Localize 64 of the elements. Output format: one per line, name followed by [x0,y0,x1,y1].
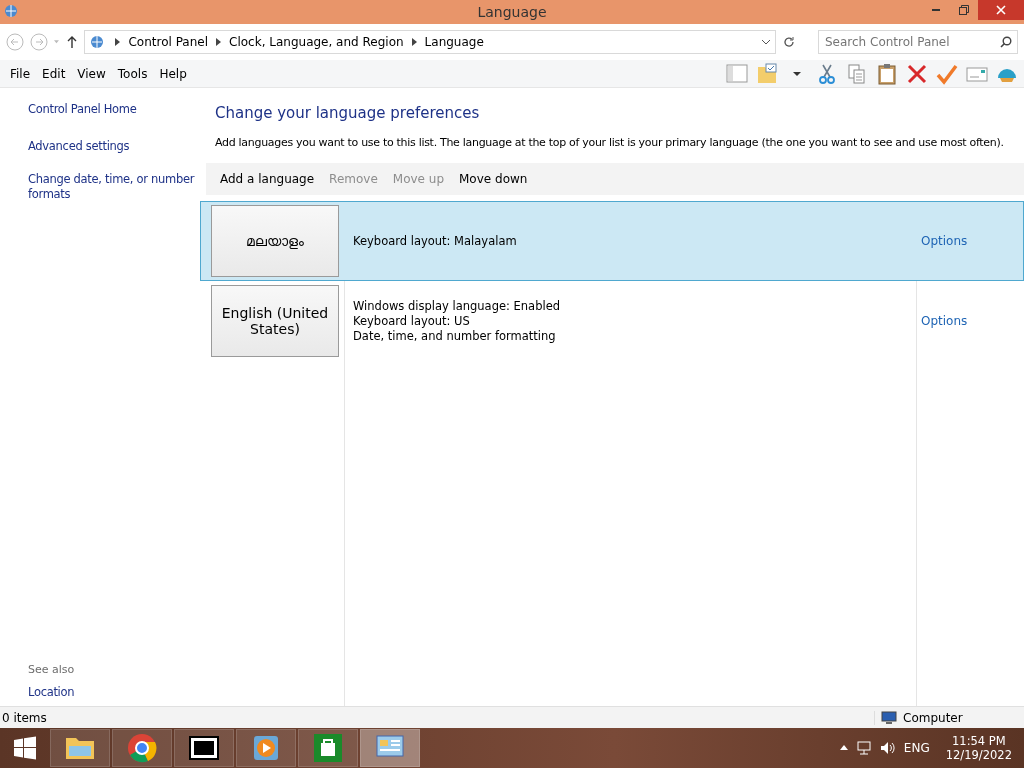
clipboard-icon[interactable] [876,62,898,85]
window-title: Language [477,4,547,20]
language-detail: Date, time, and number formatting [353,328,557,344]
language-detail: Windows display language: Enabled [353,298,562,314]
close-icon [996,5,1006,15]
folder-icon[interactable] [756,62,778,85]
menu-item[interactable]: View [71,66,112,81]
options-link[interactable]: Options [921,314,968,328]
clock-time[interactable]: 11:54 PM [952,734,1006,748]
menu-item[interactable]: Edit [36,66,72,81]
caret-icon[interactable] [839,745,848,751]
page-heading: Change your language preferences [215,104,481,122]
chrome-icon [126,732,158,764]
options-link[interactable]: Options [921,234,968,248]
taskbar-button[interactable] [174,729,234,767]
menu-item[interactable]: Tools [111,66,154,81]
dropdown-icon[interactable] [761,39,772,45]
taskbar-button[interactable] [298,729,358,767]
address-field[interactable]: Control Panel Clock, Language, and Region Language [84,30,777,54]
search-icon [1000,36,1012,48]
chevron-icon [216,38,222,46]
windows-logo-icon [13,736,37,760]
back-icon [6,33,24,51]
menu-item[interactable]: Help [153,66,193,81]
close-button[interactable] [978,0,1024,20]
clock-date[interactable]: 12/19/2022 [945,748,1012,762]
see-also-heading: See also [28,663,76,676]
shopping-bag-icon [312,732,344,764]
checkmark-icon[interactable] [936,62,958,85]
language-button[interactable]: മലയാളം [211,205,339,277]
language-indicator[interactable]: ENG [903,741,930,755]
refresh-icon [783,36,796,48]
menu-item[interactable]: File [4,66,37,81]
minimize-icon [932,9,940,11]
sidebar-link[interactable]: Change date, time, or number formats [28,172,200,202]
forward-icon [30,33,48,51]
delete-icon[interactable] [906,62,928,85]
toolbar-button[interactable]: Add a language [214,172,324,186]
location-label: Computer [903,710,963,725]
network-icon[interactable] [855,741,872,755]
breadcrumb[interactable]: Clock, Language, and Region [229,35,404,49]
breadcrumb[interactable]: Language [424,35,484,49]
computer-icon [881,710,897,725]
taskbar-button[interactable] [112,729,172,767]
chevron-icon [115,38,121,46]
description-text: Add languages you want to use to this list. The language at the top of your list is your primary language (the one you want to see and use most often). [215,136,1005,149]
cut-icon[interactable] [816,62,838,85]
language-button[interactable]: English (United States) [211,285,339,357]
copy-icon[interactable] [846,62,868,85]
sidebar-link[interactable]: Advanced settings [28,139,200,154]
toolbar-button[interactable]: Move down [453,172,537,186]
restore-icon [959,5,969,15]
sidebar-link[interactable]: Control Panel Home [28,102,200,117]
chevron-icon [411,38,417,46]
breadcrumb[interactable]: Control Panel [128,35,209,49]
sidebar-link[interactable]: Location [28,685,200,700]
language-detail: Keyboard layout: US [353,313,471,329]
item-count: 0 items [1,710,48,725]
language-detail: Keyboard layout: Malayalam [353,233,518,249]
language-row[interactable]: മലയാളം Keyboard layout: Malayalam Options [200,201,1024,281]
language-row[interactable]: English (United States) Windows display language: Enabled Keyboard layout: US Date, time, and number formatting Options [200,281,1024,361]
up-arrow-icon [65,35,78,49]
speaker-icon[interactable] [879,741,896,755]
search-field[interactable]: Search Control Panel [818,30,1018,54]
